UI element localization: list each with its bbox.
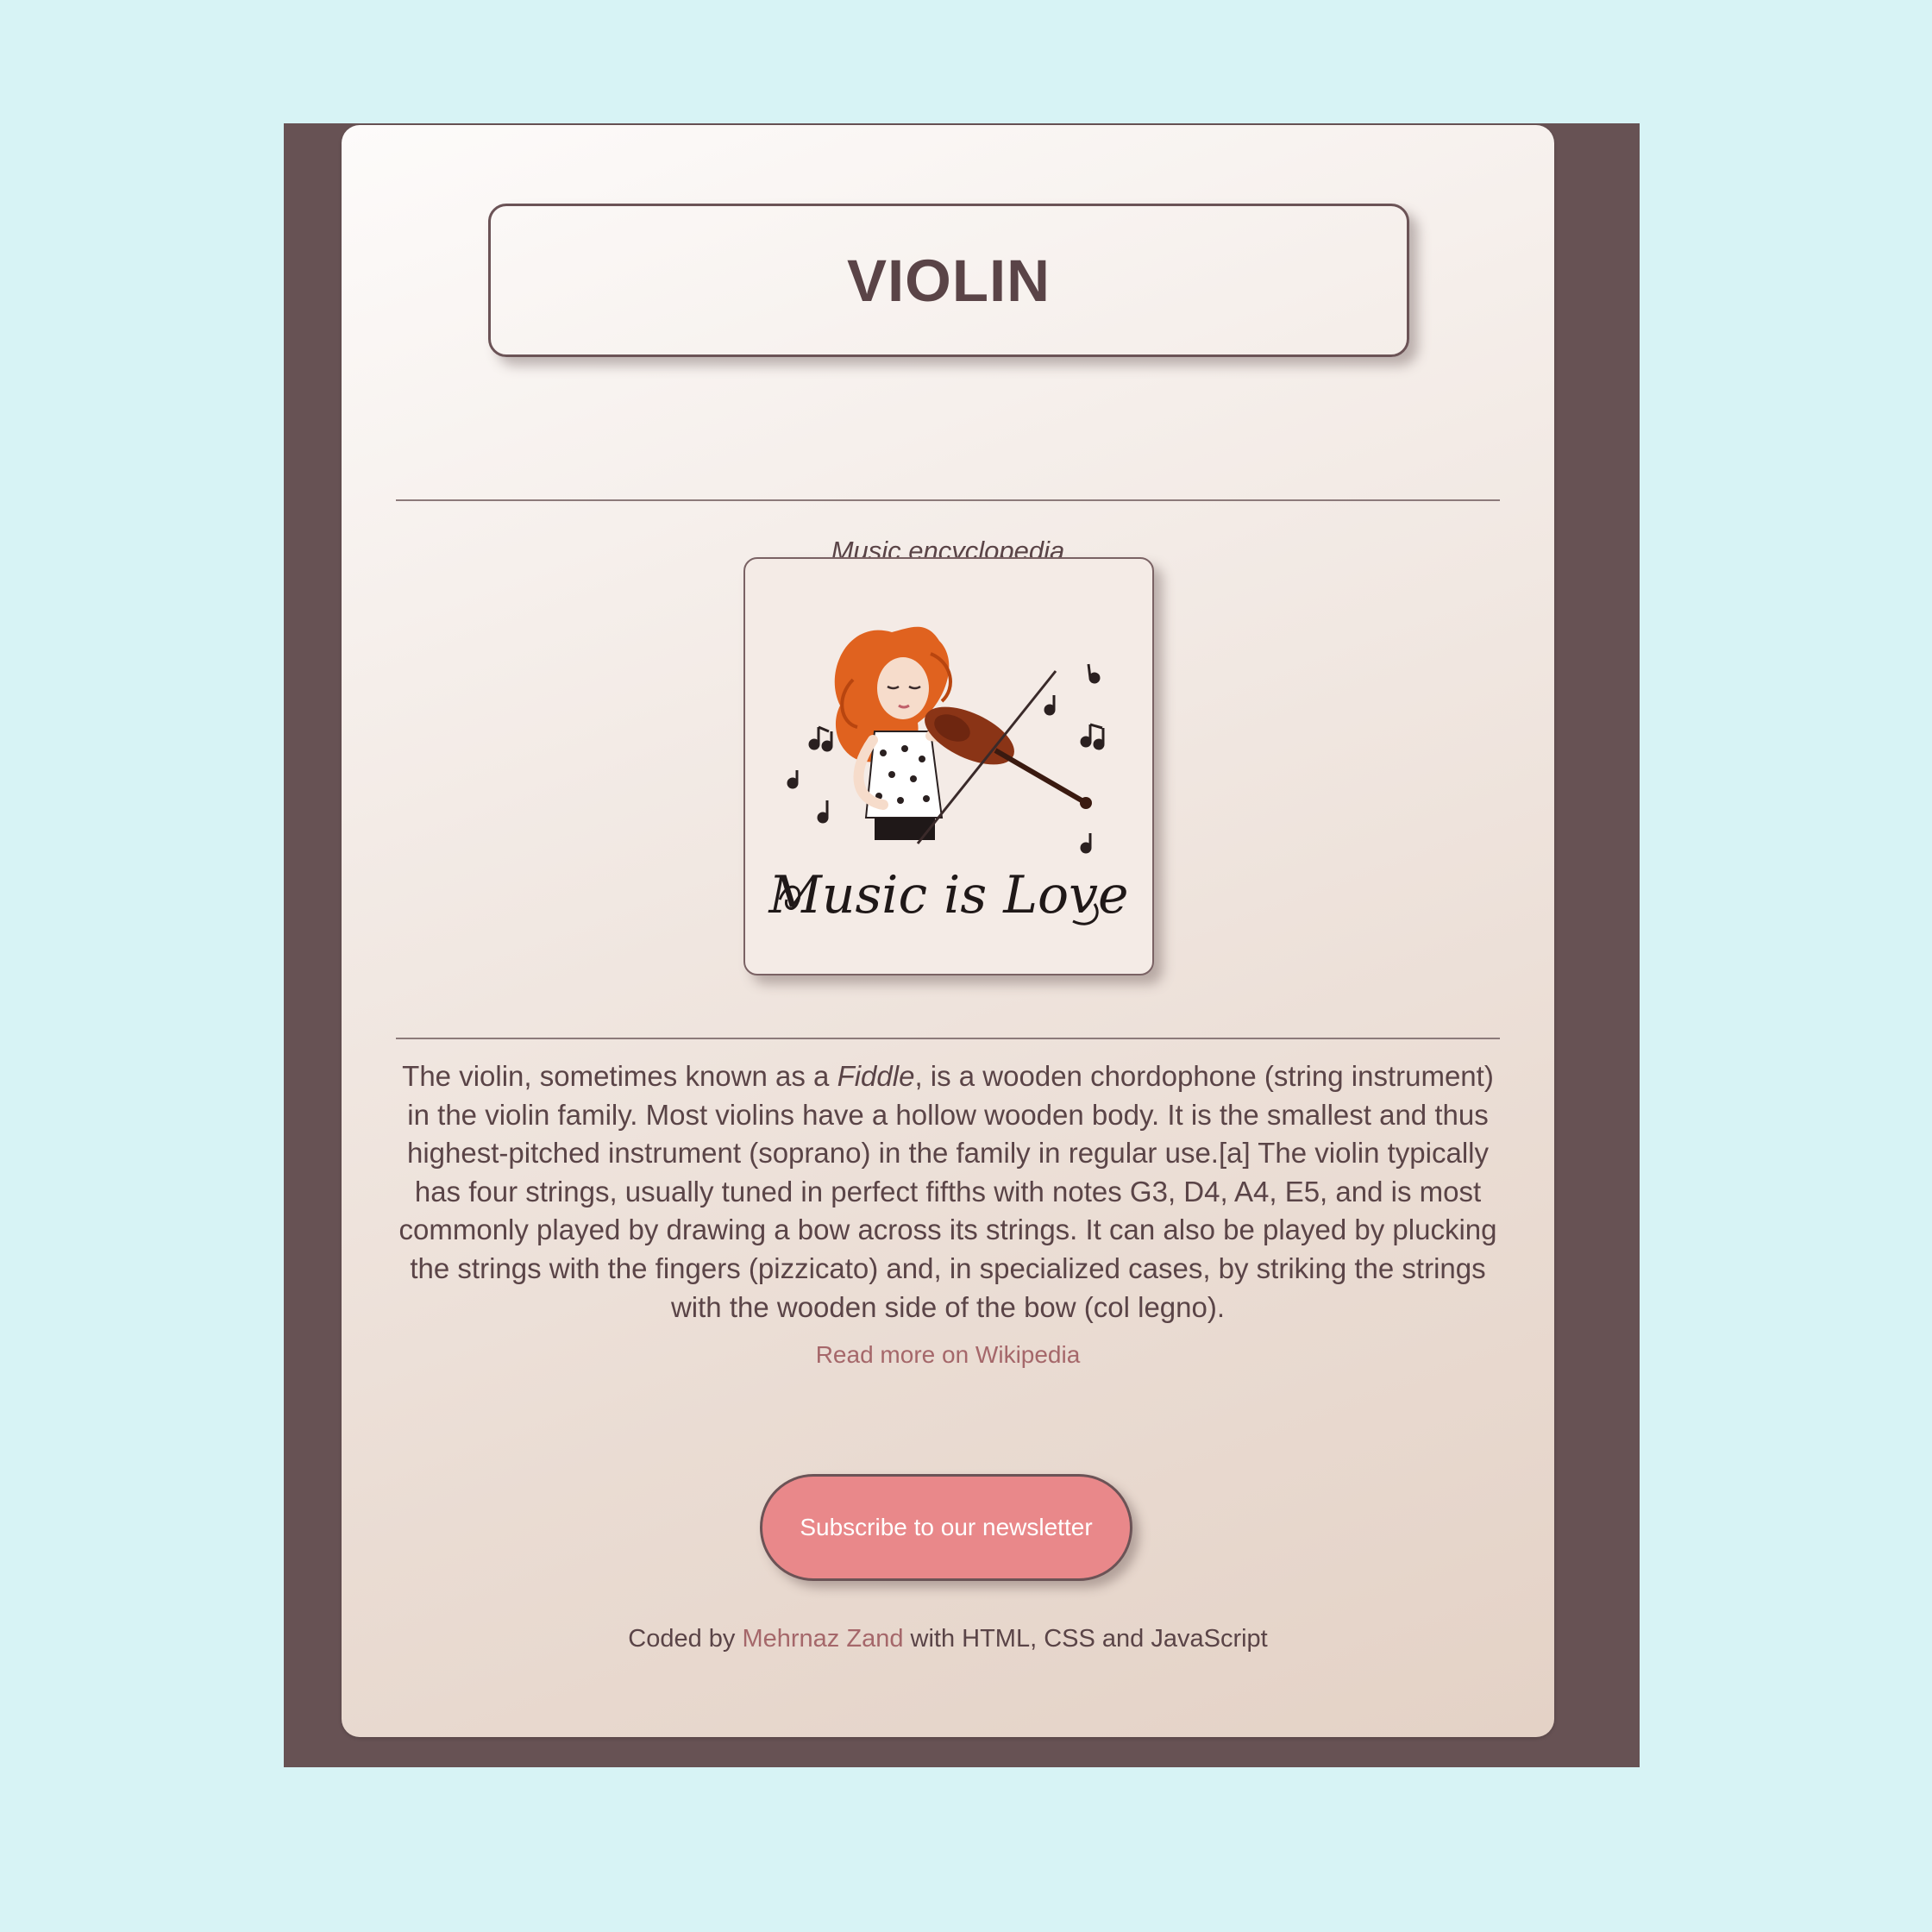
title-box: VIOLIN	[488, 204, 1409, 357]
footer-suffix: with HTML, CSS and JavaScript	[903, 1625, 1268, 1653]
read-more-link[interactable]: Read more on Wikipedia	[816, 1341, 1081, 1368]
description-part1: The violin, sometimes known as a	[402, 1060, 837, 1092]
divider-bottom	[396, 1038, 1500, 1039]
footer: Coded by Mehrnaz Zand with HTML, CSS and…	[342, 1625, 1554, 1653]
description-emphasis: Fiddle	[837, 1060, 915, 1092]
read-more: Read more on Wikipedia	[342, 1341, 1554, 1369]
page-title: VIOLIN	[846, 247, 1051, 314]
svg-text:Music is Love: Music is Love	[768, 865, 1128, 925]
violin-illustration: Music is Love	[743, 557, 1154, 975]
subscribe-button[interactable]: Subscribe to our newsletter	[760, 1474, 1132, 1581]
author-link[interactable]: Mehrnaz Zand	[742, 1625, 903, 1653]
divider-top	[396, 499, 1500, 501]
footer-prefix: Coded by	[628, 1625, 743, 1653]
violin-description: The violin, sometimes known as a Fiddle,…	[393, 1057, 1502, 1327]
music-is-love-image: Music is Love	[768, 626, 1129, 925]
description-part2: , is a wooden chordophone (string instru…	[398, 1060, 1497, 1323]
content-card: VIOLIN Music encyclopedia Music is Love …	[342, 125, 1554, 1737]
